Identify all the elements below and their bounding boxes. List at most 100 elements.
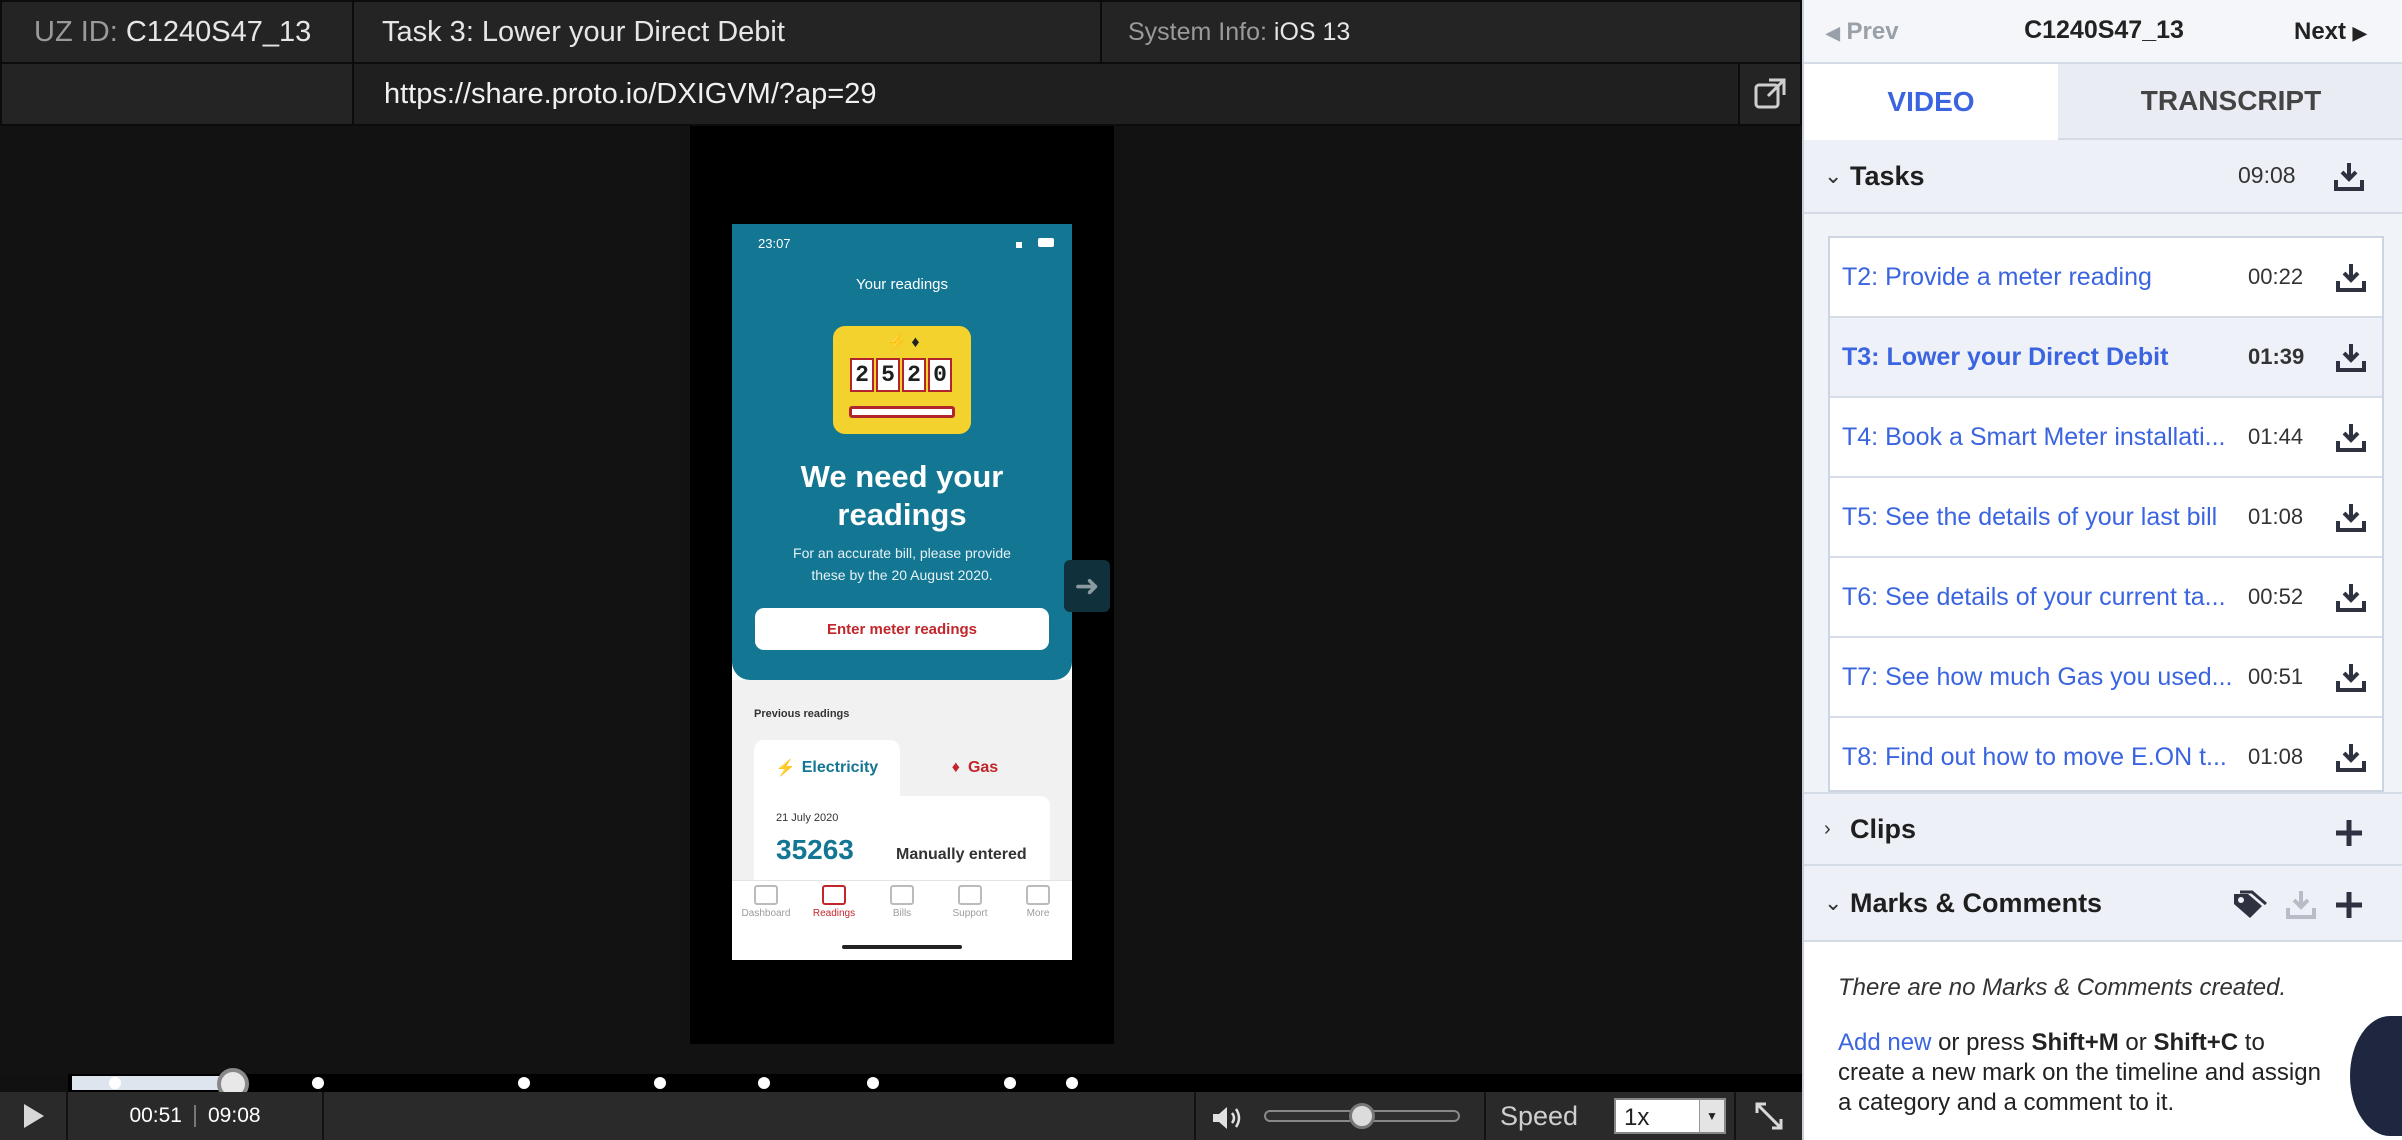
hint-text: or press xyxy=(1931,1029,2032,1056)
speed-select[interactable]: 1x ▼ xyxy=(1614,1098,1726,1134)
phone-nav-more: More xyxy=(1008,885,1068,919)
fullscreen-icon xyxy=(1755,1102,1783,1130)
home-indicator xyxy=(842,945,962,949)
marks-title: Marks & Comments xyxy=(1850,887,2103,918)
hint-text: or xyxy=(2118,1029,2154,1056)
task-title-cell: Task 3: Lower your Direct Debit xyxy=(352,0,1102,64)
chevron-left-icon: ◀ xyxy=(1826,23,1840,43)
add-new-link[interactable]: Add new xyxy=(1838,1029,1931,1056)
marks-section-header[interactable]: ⌄ Marks & Comments xyxy=(1804,866,2402,942)
timeline-task-marker[interactable] xyxy=(758,1077,770,1089)
task-list: T2: Provide a meter reading 00:22 T3: Low… xyxy=(1828,236,2384,792)
play-icon xyxy=(24,1104,44,1128)
phone-bottom-nav: Dashboard Readings Bills Support More xyxy=(732,880,1072,960)
hint-line: create a new mark on the timeline and as… xyxy=(1838,1059,2321,1086)
dashboard-icon xyxy=(754,885,778,905)
session-nav: ◀ Prev C1240S47_13 Next ▶ xyxy=(1804,0,2402,64)
url-left-spacer xyxy=(0,62,354,126)
tab-transcript[interactable]: TRANSCRIPT xyxy=(2058,64,2402,140)
phone-nav-bills: Bills xyxy=(872,885,932,919)
uz-id-cell: UZ ID: C1240S47_13 xyxy=(0,0,354,64)
hint-text: to xyxy=(2238,1029,2265,1056)
controls-spacer xyxy=(324,1092,1196,1140)
phone-nav-readings: Readings xyxy=(804,885,864,919)
download-icon[interactable] xyxy=(2336,741,2366,773)
tasks-title: Tasks xyxy=(1850,160,1925,191)
timeline-task-marker[interactable] xyxy=(1003,1077,1016,1089)
reading-type: Manually entered xyxy=(896,846,1027,863)
timeline-task-marker[interactable] xyxy=(866,1077,879,1089)
system-info-value: iOS 13 xyxy=(1273,17,1351,46)
phone-tab-label: Electricity xyxy=(801,759,879,776)
task-row[interactable]: T7: See how much Gas you used... 00:51 xyxy=(1830,638,2382,718)
volume-knob[interactable] xyxy=(1349,1103,1375,1129)
download-icon[interactable] xyxy=(2336,501,2366,533)
readings-icon xyxy=(822,885,846,905)
marks-empty-message: There are no Marks & Comments created. xyxy=(1838,974,2287,1001)
task-row[interactable]: T5: See the details of your last bill 01:… xyxy=(1830,478,2382,558)
meter-illustration: ⚡ ♦ 2 5 2 0 xyxy=(833,326,971,434)
uz-id-label: UZ ID: xyxy=(34,15,118,48)
plus-icon[interactable] xyxy=(2334,890,2364,920)
task-row[interactable]: T4: Book a Smart Meter installati... 01:4… xyxy=(1830,398,2382,478)
reading-value: 35263 xyxy=(776,834,854,865)
timeline-task-marker[interactable] xyxy=(311,1077,324,1089)
task-duration: 01:08 xyxy=(2248,504,2304,529)
task-name: T4: Book a Smart Meter installati... xyxy=(1842,422,2226,451)
video-timeline[interactable] xyxy=(68,1074,1802,1092)
meter-icons: ⚡ ♦ xyxy=(887,334,920,351)
download-icon[interactable] xyxy=(2336,261,2366,293)
shortcut-mark: Shift+M xyxy=(2031,1029,2119,1056)
tasks-total-duration: 09:08 xyxy=(2238,162,2296,188)
timeline-task-marker[interactable] xyxy=(1065,1077,1078,1089)
task-row[interactable]: T8: Find out how to move E.ON t... 01:08 xyxy=(1830,718,2382,790)
task-name: T7: See how much Gas you used... xyxy=(1842,662,2233,691)
phone-tab-gas: ♦ Gas xyxy=(900,740,1050,796)
download-icon[interactable] xyxy=(2336,421,2366,453)
fullscreen-button[interactable] xyxy=(1736,1092,1802,1140)
previous-readings-label: Previous readings xyxy=(754,708,850,720)
support-icon xyxy=(958,885,982,905)
prev-button[interactable]: ◀ Prev xyxy=(1826,18,1899,46)
download-icon[interactable] xyxy=(2336,581,2366,613)
download-icon[interactable] xyxy=(2336,661,2366,693)
phone-headline: We need your readings xyxy=(732,458,1072,534)
meter-digit: 2 xyxy=(902,358,926,392)
plus-icon[interactable] xyxy=(2334,818,2364,848)
marks-body: There are no Marks & Comments created. A… xyxy=(1804,942,2402,1140)
next-screen-arrow: ➜ xyxy=(1064,560,1110,612)
tag-icon[interactable] xyxy=(2232,890,2268,920)
meter-digit: 5 xyxy=(876,358,900,392)
chevron-down-icon: ▼ xyxy=(1699,1100,1724,1132)
timeline-task-marker[interactable] xyxy=(517,1077,530,1089)
task-name: T6: See details of your current ta... xyxy=(1842,582,2226,611)
download-icon[interactable] xyxy=(2336,341,2366,373)
chevron-down-icon: ⌄ xyxy=(1824,163,1843,188)
speed-control: Speed 1x ▼ xyxy=(1486,1092,1736,1140)
more-icon xyxy=(1026,885,1050,905)
task-row-active[interactable]: T3: Lower your Direct Debit 01:39 xyxy=(1830,318,2382,398)
open-external-button[interactable] xyxy=(1738,62,1802,126)
task-duration: 01:39 xyxy=(2248,344,2305,369)
task-duration: 00:51 xyxy=(2248,664,2304,689)
download-icon[interactable] xyxy=(2334,160,2364,192)
task-row[interactable]: T2: Provide a meter reading 00:22 xyxy=(1830,238,2382,318)
phone-subtext-line: these by the 20 August 2020. xyxy=(811,567,993,583)
player-controls: 00:51 09:08 Speed 1x ▼ xyxy=(0,1092,1802,1140)
phone-status-time: 23:07 xyxy=(758,236,791,251)
system-info-cell: System Info: iOS 13 xyxy=(1100,0,1802,64)
play-button[interactable] xyxy=(0,1092,68,1140)
next-button[interactable]: Next ▶ xyxy=(2294,18,2367,46)
clips-section-header[interactable]: › Clips xyxy=(1804,792,2402,866)
url-bar[interactable]: https://share.proto.io/DXIGVM/?ap=29 xyxy=(352,62,1740,126)
phone-screen-title: Your readings xyxy=(855,276,948,293)
speed-value: 1x xyxy=(1624,1104,1650,1131)
marks-hint: Add new or press Shift+M or Shift+C to c… xyxy=(1838,1028,2378,1118)
tasks-section-header[interactable]: ⌄ Tasks 09:08 xyxy=(1804,140,2402,214)
bolt-icon: ⚡ xyxy=(775,760,796,777)
volume-icon[interactable] xyxy=(1210,1104,1244,1132)
time-display: 00:51 09:08 xyxy=(68,1092,324,1140)
tab-video[interactable]: VIDEO xyxy=(1804,64,2058,140)
task-row[interactable]: T6: See details of your current ta... 00:… xyxy=(1830,558,2382,638)
phone-nav-label: Readings xyxy=(812,908,856,919)
